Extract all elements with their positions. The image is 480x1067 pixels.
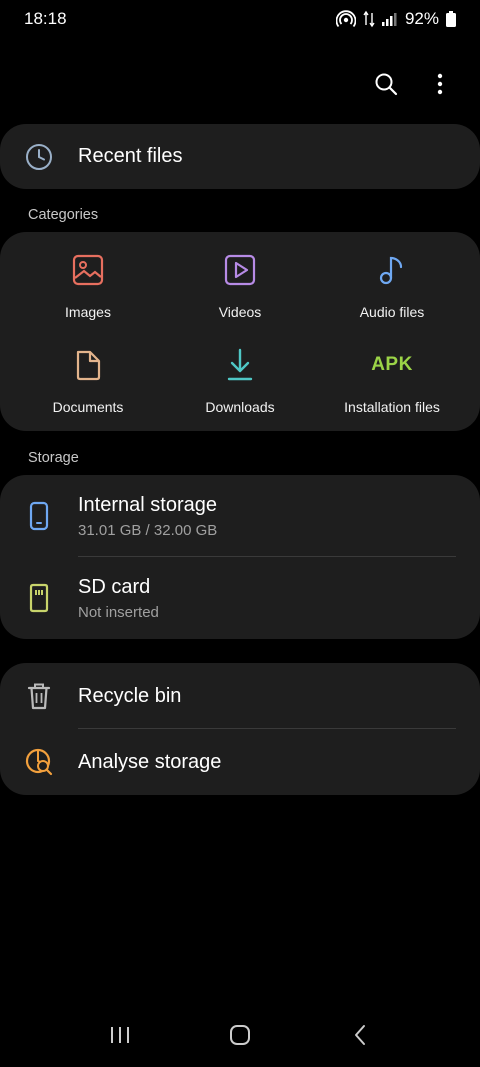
recent-apps-button[interactable]: [95, 1017, 145, 1057]
back-icon: [353, 1024, 367, 1051]
category-videos[interactable]: Videos: [164, 232, 316, 327]
status-bar: 18:18 92%: [0, 0, 480, 38]
recent-files-row[interactable]: Recent files: [0, 124, 480, 189]
recent-apps-icon: [109, 1025, 131, 1050]
more-vertical-icon: [437, 73, 443, 100]
music-note-icon: [377, 250, 407, 290]
battery-text: 92%: [404, 9, 439, 28]
search-icon: [374, 72, 398, 101]
internal-storage-label: Internal storage: [78, 493, 217, 516]
category-documents[interactable]: Documents: [12, 327, 164, 422]
categories-card: Images Videos Audio files Documents Down…: [0, 232, 480, 431]
video-icon: [223, 250, 257, 290]
category-installation[interactable]: APK Installation files: [316, 327, 468, 422]
navigation-bar: [0, 1007, 480, 1067]
top-actions: [368, 68, 458, 104]
tools-card: Recycle bin Analyse storage: [0, 663, 480, 795]
recycle-bin-row[interactable]: Recycle bin: [0, 663, 480, 729]
analyse-storage-row[interactable]: Analyse storage: [0, 729, 480, 795]
internal-storage-row[interactable]: Internal storage 31.01 GB / 32.00 GB: [0, 475, 480, 557]
analyse-storage-label: Analyse storage: [78, 750, 222, 773]
image-icon: [71, 250, 105, 290]
battery-icon: [446, 11, 456, 27]
more-options-button[interactable]: [422, 68, 458, 104]
storage-card: Internal storage 31.01 GB / 32.00 GB SD …: [0, 475, 480, 639]
recycle-bin-label: Recycle bin: [78, 684, 182, 707]
category-label: Audio files: [359, 304, 425, 320]
home-icon: [229, 1024, 251, 1051]
signal-icon: [381, 12, 398, 26]
sd-card-icon: [0, 583, 78, 613]
category-images[interactable]: Images: [12, 232, 164, 327]
category-label: Downloads: [205, 399, 275, 415]
back-button[interactable]: [335, 1017, 385, 1057]
analyse-storage-icon: [0, 747, 78, 777]
category-audio[interactable]: Audio files: [316, 232, 468, 327]
home-button[interactable]: [215, 1017, 265, 1057]
search-button[interactable]: [368, 68, 404, 104]
data-transfer-icon: [363, 10, 375, 28]
phone-icon: [0, 501, 78, 531]
recent-files-label: Recent files: [78, 145, 183, 167]
apk-icon: APK: [371, 354, 413, 375]
category-label: Documents: [52, 399, 124, 415]
category-downloads[interactable]: Downloads: [164, 327, 316, 422]
sd-card-row[interactable]: SD card Not inserted: [0, 557, 480, 639]
category-label: Images: [65, 304, 111, 320]
categories-title: Categories: [28, 207, 99, 223]
internal-storage-detail: 31.01 GB / 32.00 GB: [78, 521, 218, 539]
storage-title: Storage: [28, 450, 79, 466]
download-icon: [225, 345, 255, 385]
status-icons: 92%: [335, 9, 456, 29]
category-label: Installation files: [344, 399, 440, 415]
sd-card-detail: Not inserted: [78, 603, 159, 621]
clock-icon: [0, 142, 78, 172]
category-label: Videos: [218, 304, 262, 320]
trash-icon: [0, 681, 78, 711]
status-time: 18:18: [24, 9, 67, 28]
sd-card-label: SD card: [78, 575, 151, 598]
document-icon: [73, 345, 103, 385]
hotspot-icon: [335, 10, 356, 28]
